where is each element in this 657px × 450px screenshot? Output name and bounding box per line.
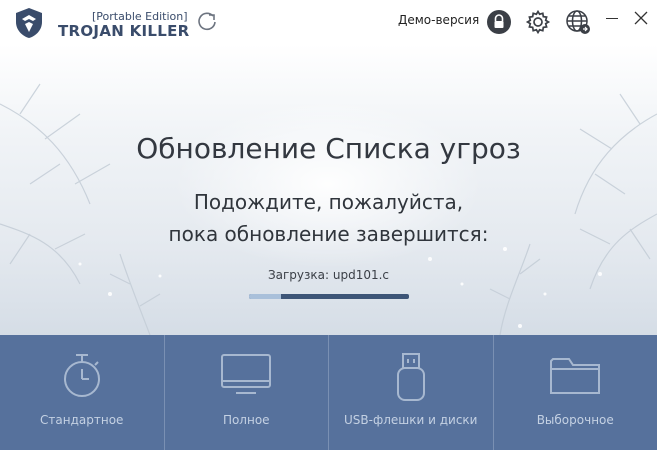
refresh-icon[interactable] bbox=[196, 10, 218, 32]
progress-fill bbox=[249, 294, 281, 299]
tile-standard-scan[interactable]: Стандартное bbox=[0, 335, 165, 450]
progress-bar bbox=[249, 294, 409, 299]
demo-version-link[interactable]: Демо-версия bbox=[398, 13, 479, 27]
monitor-icon bbox=[221, 354, 272, 394]
minimize-icon[interactable] bbox=[606, 18, 618, 19]
logo-icon bbox=[16, 8, 42, 38]
gear-icon[interactable] bbox=[525, 9, 551, 35]
tile-label: Полное bbox=[222, 413, 270, 427]
tile-label: Выборочное bbox=[536, 413, 614, 427]
tile-custom-scan[interactable]: Выборочное bbox=[493, 335, 657, 450]
wait-message-line1: Подождите, пожалуйста, bbox=[193, 190, 464, 214]
tile-label: USB-флешки и диски bbox=[344, 413, 478, 427]
tile-usb-scan[interactable]: USB-флешки и диски bbox=[329, 335, 494, 450]
globe-icon[interactable] bbox=[565, 9, 591, 35]
update-panel: Обновление Списка угроз Подождите, пожал… bbox=[0, 44, 657, 335]
tile-label: Стандартное bbox=[40, 413, 124, 427]
brand-name: TROJAN KILLER bbox=[58, 22, 190, 40]
download-status: Загрузка: upd101.c bbox=[267, 268, 390, 282]
update-title: Обновление Списка угроз bbox=[136, 132, 521, 165]
lock-icon[interactable] bbox=[486, 9, 512, 35]
header-bar: [Portable Edition] TROJAN KILLER Демо-ве… bbox=[0, 0, 657, 44]
app-window: [Portable Edition] TROJAN KILLER Демо-ве… bbox=[0, 0, 657, 450]
close-icon[interactable] bbox=[633, 10, 649, 26]
wait-message-line2: пока обновление завершится: bbox=[168, 222, 489, 246]
folder-icon bbox=[550, 358, 601, 394]
usb-icon bbox=[396, 353, 425, 401]
scan-mode-tiles: Стандартное Полное USB-флешки и диски Вы… bbox=[0, 335, 657, 450]
stopwatch-icon bbox=[63, 354, 100, 397]
tile-full-scan[interactable]: Полное bbox=[164, 335, 329, 450]
